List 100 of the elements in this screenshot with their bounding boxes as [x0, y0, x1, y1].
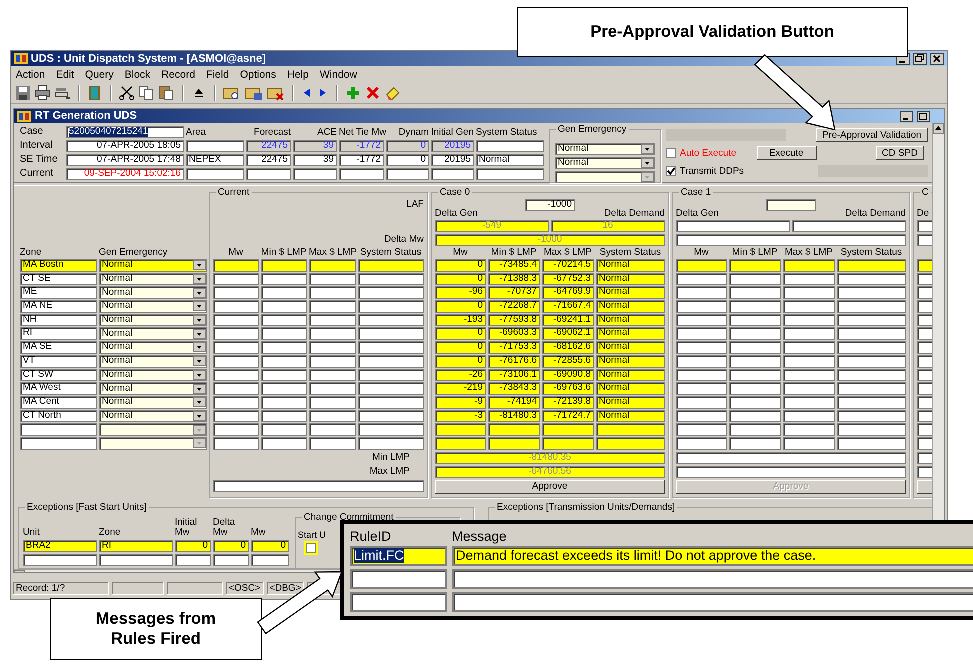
input-field[interactable]: [729, 286, 781, 300]
input-field[interactable]: [309, 382, 356, 395]
menu-item[interactable]: Action: [16, 68, 46, 80]
checkbox[interactable]: [666, 166, 676, 176]
input-field[interactable]: [729, 368, 781, 382]
input-field[interactable]: [783, 410, 835, 422]
input-field[interactable]: -26: [435, 368, 486, 382]
menu-item[interactable]: Block: [124, 68, 151, 80]
input-field[interactable]: [261, 382, 307, 395]
input-field[interactable]: [358, 314, 424, 326]
dropdown-field[interactable]: Normal: [99, 286, 207, 300]
input-field[interactable]: [261, 327, 307, 340]
input-field[interactable]: [837, 272, 906, 286]
dropdown-field[interactable]: Normal: [99, 368, 207, 382]
input-field[interactable]: [676, 327, 727, 340]
input-field[interactable]: [261, 272, 307, 286]
caret-icon[interactable]: [641, 158, 654, 168]
input-field[interactable]: -69090.8: [542, 368, 594, 382]
input-field[interactable]: -76176.6: [488, 354, 540, 368]
input-field[interactable]: [729, 410, 781, 422]
input-field[interactable]: 39: [293, 140, 337, 152]
zone-field[interactable]: VT: [20, 354, 97, 368]
dropdown-field[interactable]: Normal: [99, 382, 207, 395]
zone-field[interactable]: MA SE: [20, 341, 97, 354]
input-field[interactable]: -71667.4: [542, 300, 594, 313]
input-field[interactable]: [309, 354, 356, 368]
input-field[interactable]: [729, 382, 781, 395]
dropdown-field[interactable]: [555, 171, 655, 183]
zone-field[interactable]: CT North: [20, 410, 97, 422]
input-field[interactable]: [261, 341, 307, 354]
caret-icon[interactable]: [193, 397, 206, 408]
input-field[interactable]: [213, 382, 259, 395]
menu-item[interactable]: Field: [206, 68, 230, 80]
input-field[interactable]: [309, 410, 356, 422]
dropdown-field[interactable]: [99, 423, 207, 436]
input-field[interactable]: -74194: [488, 396, 540, 409]
input-field[interactable]: [339, 168, 384, 180]
input-field[interactable]: [476, 140, 544, 152]
input-field[interactable]: [358, 327, 424, 340]
message-field[interactable]: Demand forecast exceeds its limit! Do not approve the case.: [452, 546, 973, 566]
input-field[interactable]: [358, 341, 424, 354]
zone-field[interactable]: RI: [20, 327, 97, 340]
eraser-icon[interactable]: [385, 85, 401, 101]
dropdown-field[interactable]: [99, 436, 207, 450]
input-field[interactable]: -68162.6: [542, 341, 594, 354]
min-lmp-field[interactable]: [676, 452, 906, 464]
caret-icon[interactable]: [193, 274, 206, 284]
menu-item[interactable]: Query: [85, 68, 114, 80]
input-field[interactable]: -1772: [339, 154, 384, 166]
input-field[interactable]: [676, 368, 727, 382]
input-field[interactable]: 0: [386, 140, 429, 152]
input-field[interactable]: Normal: [596, 314, 665, 326]
delta-gen-field[interactable]: [676, 220, 790, 232]
input-field[interactable]: [358, 396, 424, 409]
dropdown-field[interactable]: Normal: [99, 272, 207, 286]
input-field[interactable]: [309, 327, 356, 340]
input-field[interactable]: [261, 423, 307, 436]
input-field[interactable]: [837, 327, 906, 340]
input-field[interactable]: [676, 259, 727, 272]
input-field[interactable]: [676, 314, 727, 326]
input-field[interactable]: [729, 423, 781, 436]
input-field[interactable]: -73843.3: [488, 382, 540, 395]
input-field[interactable]: [676, 382, 727, 395]
menu-item[interactable]: Window: [320, 68, 358, 80]
dropdown-field[interactable]: Normal: [99, 354, 207, 368]
minimize-icon[interactable]: [900, 110, 913, 122]
input-field[interactable]: [213, 423, 259, 436]
input-field[interactable]: Normal: [596, 300, 665, 313]
approve-button[interactable]: Approve: [435, 480, 665, 494]
input-field[interactable]: [676, 410, 727, 422]
caret-icon[interactable]: [193, 370, 206, 380]
copy-icon[interactable]: [139, 85, 155, 101]
dropdown-field[interactable]: Normal: [99, 259, 207, 272]
input-field[interactable]: -193: [435, 314, 486, 326]
input-field[interactable]: [213, 314, 259, 326]
menu-item[interactable]: Options: [240, 68, 276, 80]
input-field[interactable]: 22475: [246, 154, 291, 166]
input-field[interactable]: [676, 436, 727, 450]
input-field[interactable]: [358, 259, 424, 272]
input-field[interactable]: 0: [251, 540, 289, 552]
input-field[interactable]: [783, 382, 835, 395]
delta-mw-field[interactable]: [676, 234, 906, 246]
input-field[interactable]: 0: [175, 540, 211, 552]
input-field[interactable]: [358, 300, 424, 313]
dropdown-field[interactable]: Normal: [99, 396, 207, 409]
input-field[interactable]: 22475: [246, 140, 291, 152]
input-field[interactable]: [435, 436, 486, 450]
input-field[interactable]: [837, 300, 906, 313]
input-field[interactable]: [431, 168, 474, 180]
input-field[interactable]: [309, 314, 356, 326]
input-field[interactable]: 0: [435, 272, 486, 286]
input-field[interactable]: [837, 259, 906, 272]
input-field[interactable]: -69603.3: [488, 327, 540, 340]
input-field[interactable]: [729, 300, 781, 313]
input-field[interactable]: [837, 368, 906, 382]
door-icon[interactable]: [87, 85, 103, 101]
caret-icon[interactable]: [193, 328, 206, 339]
input-field[interactable]: 0: [435, 259, 486, 272]
input-field[interactable]: -96: [435, 286, 486, 300]
input-field[interactable]: -73485.4: [488, 259, 540, 272]
